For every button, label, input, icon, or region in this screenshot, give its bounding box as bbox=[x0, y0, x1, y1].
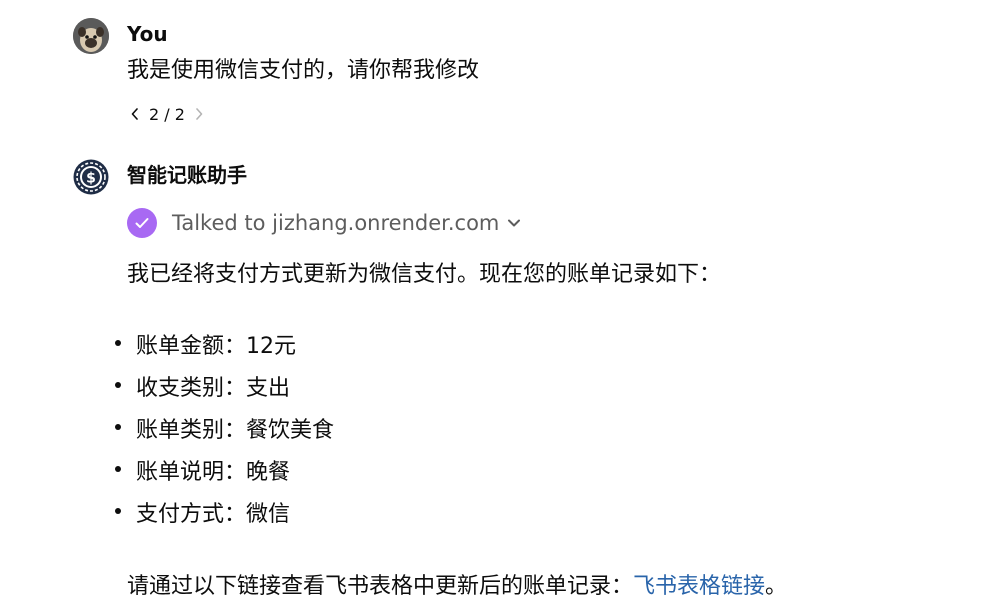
list-item: 账单说明：晚餐 bbox=[112, 459, 334, 501]
chevron-right-icon bbox=[196, 108, 203, 120]
list-item-text: 支付方式：微信 bbox=[136, 502, 291, 527]
chevron-left-icon bbox=[131, 108, 138, 120]
chevron-down-icon bbox=[508, 219, 521, 227]
list-item: 收支类别：支出 bbox=[112, 375, 334, 417]
bullet-dot bbox=[115, 382, 121, 388]
list-item: 支付方式：微信 bbox=[112, 501, 334, 543]
bullet-dot bbox=[115, 508, 121, 514]
response-pager: 2 / 2 bbox=[127, 103, 207, 125]
tool-call-toggle[interactable]: Talked to jizhang.onrender.com bbox=[127, 207, 521, 239]
list-item-text: 收支类别：支出 bbox=[136, 376, 291, 401]
previous-response-button[interactable] bbox=[127, 103, 143, 125]
outro-prefix: 请通过以下链接查看飞书表格中更新后的账单记录： bbox=[127, 574, 634, 599]
assistant-outro-text: 请通过以下链接查看飞书表格中更新后的账单记录：飞书表格链接。 bbox=[127, 573, 787, 601]
bullet-dot bbox=[115, 466, 121, 472]
user-name: You bbox=[127, 22, 168, 46]
pug-avatar-icon bbox=[73, 18, 109, 54]
svg-text:$: $ bbox=[86, 171, 96, 187]
list-item: 账单类别：餐饮美食 bbox=[112, 417, 334, 459]
list-item-text: 账单说明：晚餐 bbox=[136, 460, 291, 485]
check-badge bbox=[127, 208, 157, 238]
list-item: 账单金额：12元 bbox=[112, 333, 334, 375]
check-icon bbox=[135, 218, 149, 228]
tool-expand-chevron[interactable] bbox=[507, 218, 521, 228]
bill-details-list: 账单金额：12元 收支类别：支出 账单类别：餐饮美食 账单说明：晚餐 支付方式：… bbox=[112, 333, 334, 543]
user-message-text: 我是使用微信支付的，请你帮我修改 bbox=[127, 58, 480, 83]
feishu-sheet-link[interactable]: 飞书表格链接 bbox=[633, 574, 765, 599]
assistant-intro-text: 我已经将支付方式更新为微信支付。现在您的账单记录如下： bbox=[127, 262, 722, 287]
dollar-coin-icon: $ bbox=[73, 159, 109, 195]
bullet-dot bbox=[115, 424, 121, 430]
pager-count: 2 / 2 bbox=[149, 104, 185, 124]
next-response-button[interactable] bbox=[191, 103, 207, 125]
bullet-dot bbox=[115, 340, 121, 346]
outro-suffix: 。 bbox=[765, 574, 788, 599]
tool-call-label: Talked to jizhang.onrender.com bbox=[172, 211, 500, 235]
user-avatar bbox=[73, 18, 109, 54]
list-item-text: 账单金额：12元 bbox=[136, 334, 296, 359]
list-item-text: 账单类别：餐饮美食 bbox=[136, 418, 335, 443]
assistant-name: 智能记账助手 bbox=[127, 163, 247, 187]
assistant-avatar: $ bbox=[73, 159, 109, 195]
